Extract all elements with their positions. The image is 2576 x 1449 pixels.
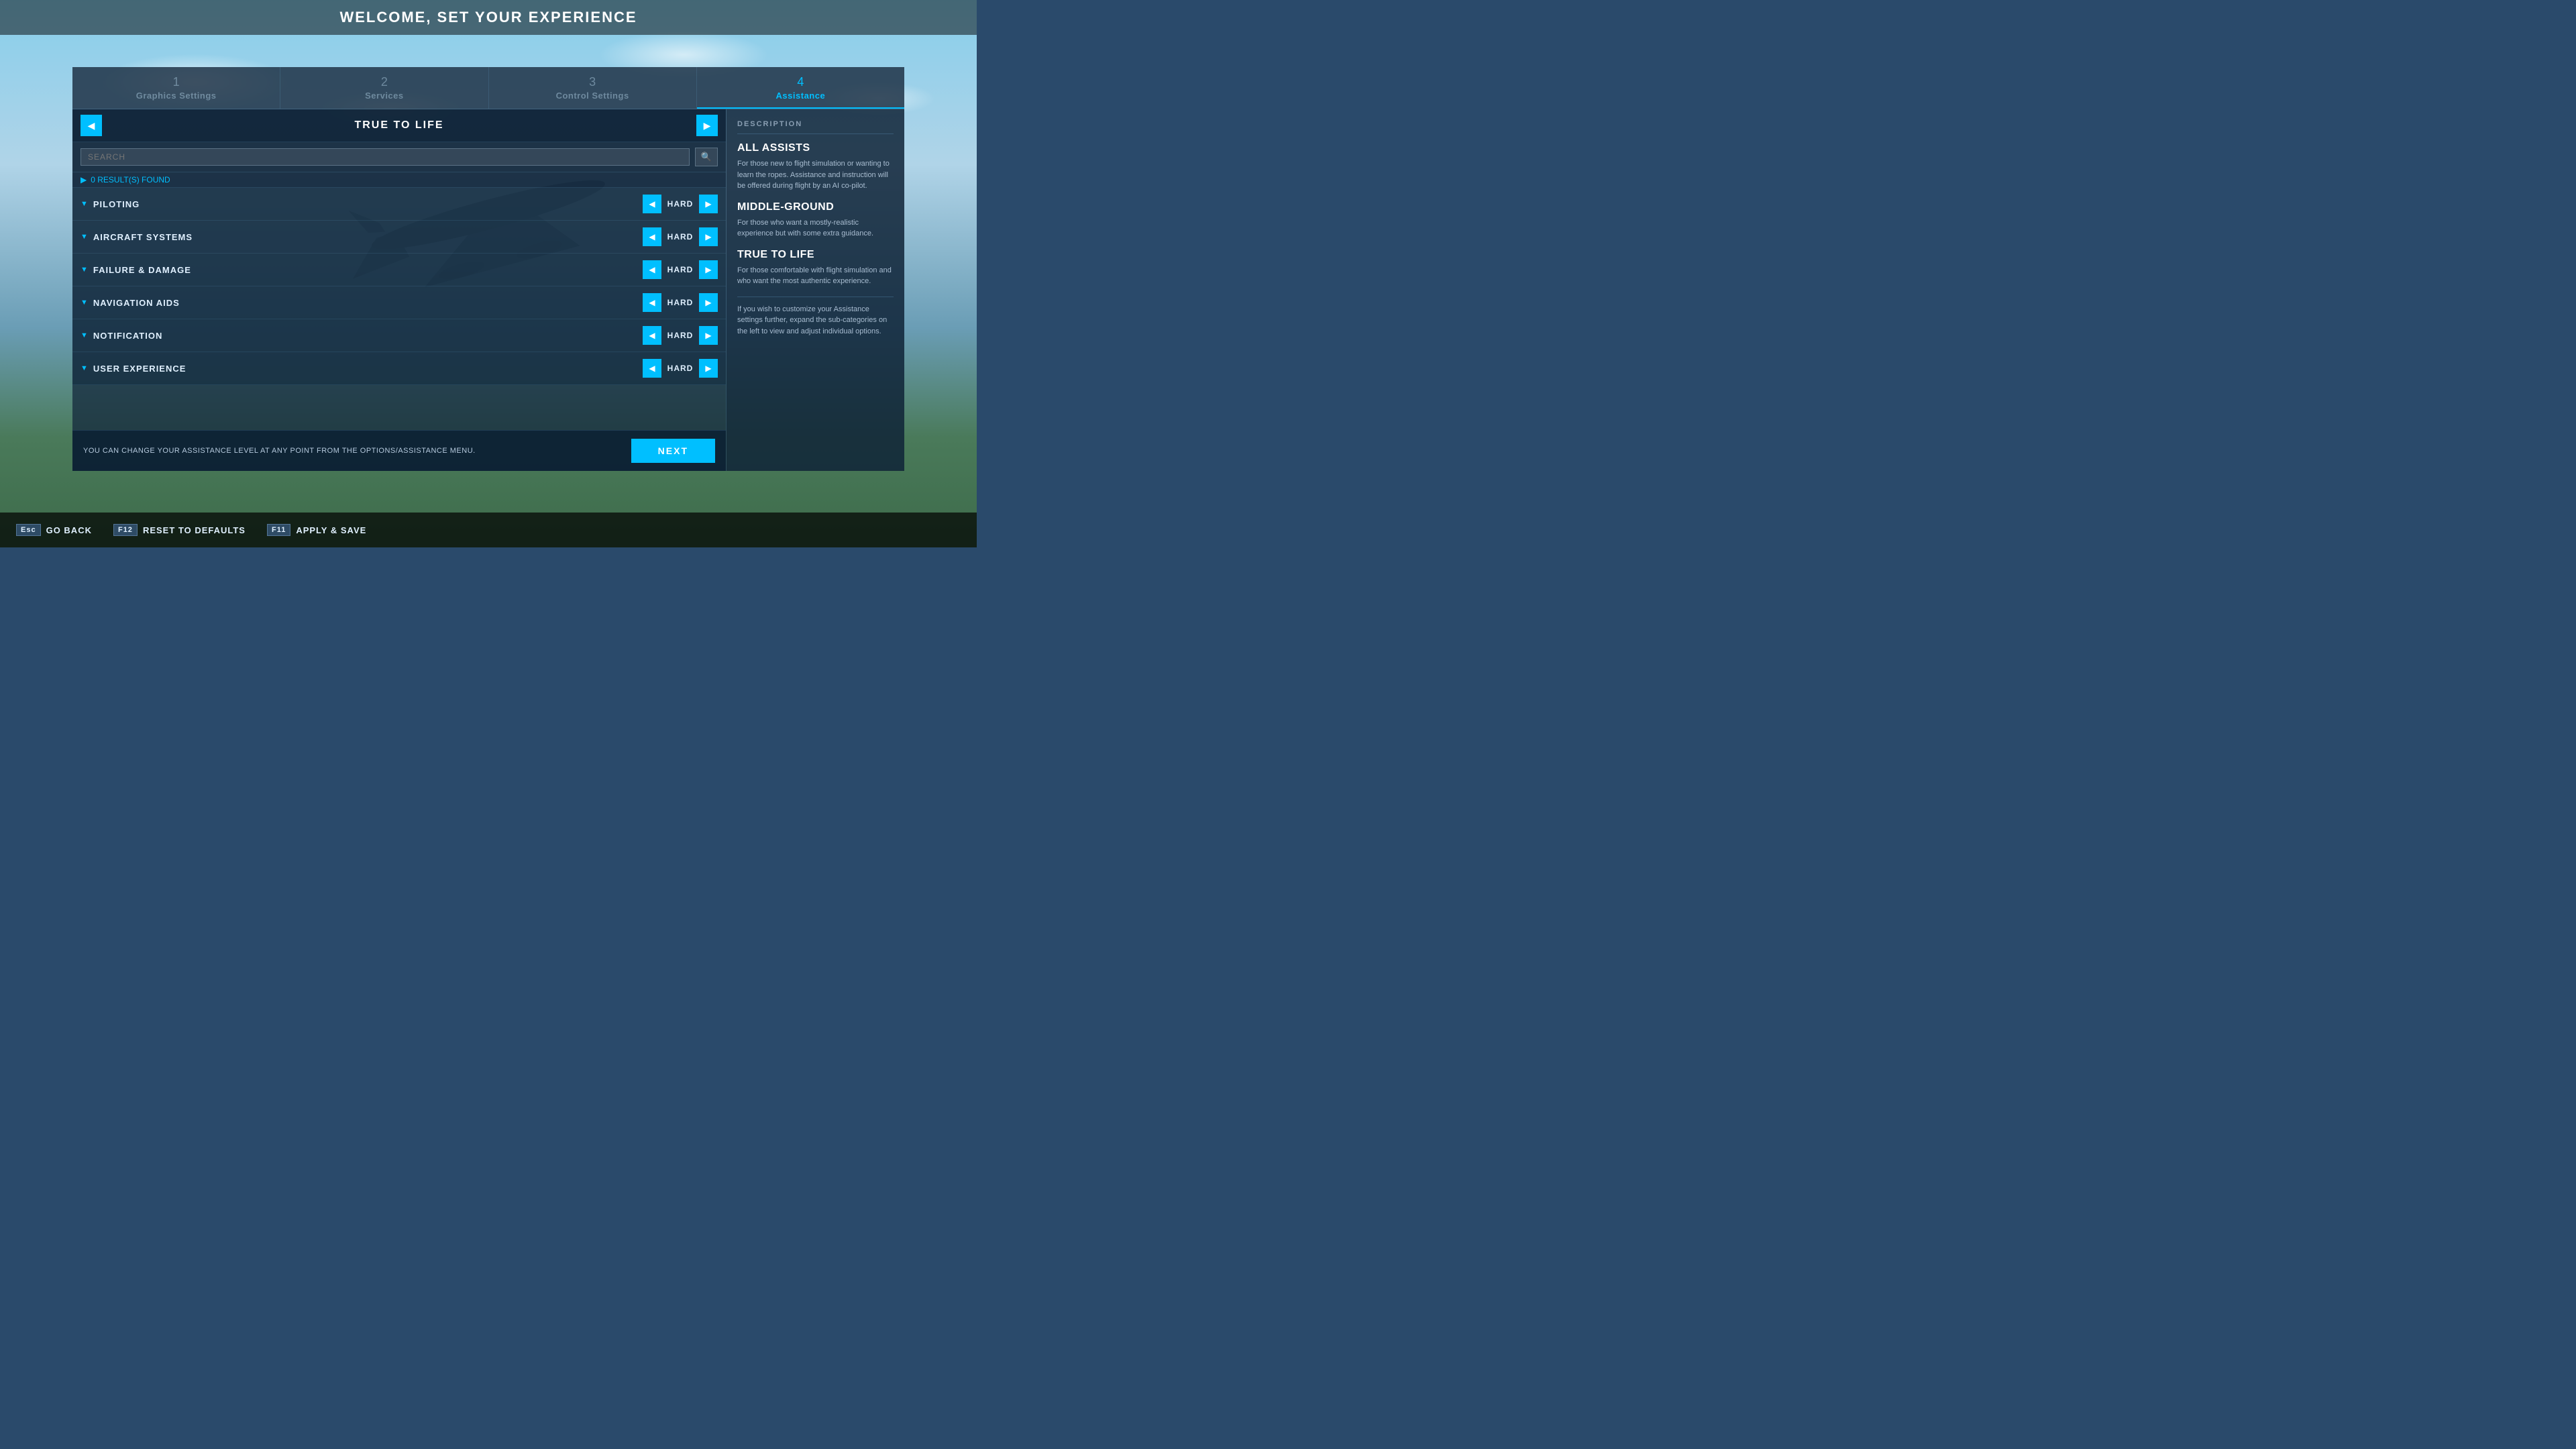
category-name-notification: NOTIFICATION — [93, 331, 643, 341]
decrease-piloting-button[interactable]: ◀ — [643, 195, 661, 213]
expand-arrow-failure-damage[interactable]: ▼ — [80, 266, 88, 274]
table-row: ▼ USER EXPERIENCE ◀ HARD ▶ — [72, 352, 726, 385]
row-controls-notification: ◀ HARD ▶ — [643, 326, 718, 345]
category-name-aircraft-systems: AIRCRAFT SYSTEMS — [93, 232, 643, 242]
step-1-label: Graphics Settings — [83, 91, 269, 101]
content-area: ◀ TRUE TO LIFE ▶ 🔍 ▶ 0 RESULT(S) FOUND ▼… — [72, 109, 904, 471]
row-controls-user-experience: ◀ HARD ▶ — [643, 359, 718, 378]
failure-damage-value: HARD — [667, 265, 694, 274]
piloting-value: HARD — [667, 199, 694, 209]
search-button[interactable]: 🔍 — [695, 148, 718, 166]
table-row: ▼ AIRCRAFT SYSTEMS ◀ HARD ▶ — [72, 221, 726, 254]
desc-heading-true-to-life: TRUE TO LIFE — [737, 249, 894, 261]
categories-list: ▼ PILOTING ◀ HARD ▶ ▼ AIRCRAFT SYSTEMS ◀… — [72, 188, 726, 430]
go-back-label: GO BACK — [46, 525, 92, 535]
desc-text-customize: If you wish to customize your Assistance… — [737, 304, 894, 337]
step-1-number: 1 — [83, 75, 269, 89]
expand-arrow-notification[interactable]: ▼ — [80, 331, 88, 339]
steps-tabs: 1 Graphics Settings 2 Services 3 Control… — [72, 67, 904, 109]
desc-text-middle-ground: For those who want a mostly-realistic ex… — [737, 217, 894, 239]
step-3-number: 3 — [500, 75, 686, 89]
next-button[interactable]: NEXT — [631, 439, 715, 463]
esc-key: Esc — [16, 524, 41, 536]
result-arrow: ▶ — [80, 175, 87, 184]
description-panel: DESCRIPTION ALL ASSISTS For those new to… — [727, 109, 904, 471]
info-bar: YOU CAN CHANGE YOUR ASSISTANCE LEVEL AT … — [72, 430, 726, 471]
left-panel: ◀ TRUE TO LIFE ▶ 🔍 ▶ 0 RESULT(S) FOUND ▼… — [72, 109, 727, 471]
category-name-user-experience: USER EXPERIENCE — [93, 364, 643, 374]
bottom-toolbar: Esc GO BACK F12 RESET TO DEFAULTS F11 AP… — [0, 513, 977, 547]
increase-navigation-aids-button[interactable]: ▶ — [699, 293, 718, 312]
search-result-text: 0 RESULT(S) FOUND — [91, 175, 170, 184]
tab-services[interactable]: 2 Services — [280, 67, 488, 109]
tab-graphics-settings[interactable]: 1 Graphics Settings — [72, 67, 280, 109]
row-controls-piloting: ◀ HARD ▶ — [643, 195, 718, 213]
navigation-aids-value: HARD — [667, 298, 694, 307]
increase-notification-button[interactable]: ▶ — [699, 326, 718, 345]
category-name-navigation-aids: NAVIGATION AIDS — [93, 298, 643, 308]
prev-mode-button[interactable]: ◀ — [80, 115, 102, 136]
expand-arrow-user-experience[interactable]: ▼ — [80, 364, 88, 372]
increase-aircraft-systems-button[interactable]: ▶ — [699, 227, 718, 246]
f11-key: F11 — [267, 524, 290, 536]
toolbar-reset-defaults[interactable]: F12 RESET TO DEFAULTS — [113, 524, 246, 536]
category-name-piloting: PILOTING — [93, 199, 643, 209]
step-3-label: Control Settings — [500, 91, 686, 101]
aircraft-systems-value: HARD — [667, 232, 694, 241]
main-modal: 1 Graphics Settings 2 Services 3 Control… — [72, 67, 904, 507]
toolbar-apply-save[interactable]: F11 APPLY & SAVE — [267, 524, 366, 536]
expand-arrow-navigation-aids[interactable]: ▼ — [80, 299, 88, 307]
search-input[interactable] — [80, 148, 690, 166]
notification-value: HARD — [667, 331, 694, 340]
table-row: ▼ PILOTING ◀ HARD ▶ — [72, 188, 726, 221]
table-row: ▼ FAILURE & DAMAGE ◀ HARD ▶ — [72, 254, 726, 286]
step-4-label: Assistance — [708, 91, 894, 101]
decrease-user-experience-button[interactable]: ◀ — [643, 359, 661, 378]
step-2-label: Services — [291, 91, 477, 101]
desc-text-true-to-life: For those comfortable with flight simula… — [737, 265, 894, 287]
page-title: WELCOME, SET YOUR EXPERIENCE — [339, 9, 637, 26]
user-experience-value: HARD — [667, 364, 694, 373]
desc-heading-all-assists: ALL ASSISTS — [737, 142, 894, 154]
toolbar-go-back[interactable]: Esc GO BACK — [16, 524, 92, 536]
row-controls-aircraft-systems: ◀ HARD ▶ — [643, 227, 718, 246]
tab-assistance[interactable]: 4 Assistance — [697, 67, 904, 109]
description-title: DESCRIPTION — [737, 120, 894, 134]
decrease-failure-damage-button[interactable]: ◀ — [643, 260, 661, 279]
table-row: ▼ NAVIGATION AIDS ◀ HARD ▶ — [72, 286, 726, 319]
desc-text-all-assists: For those new to flight simulation or wa… — [737, 158, 894, 192]
step-2-number: 2 — [291, 75, 477, 89]
increase-failure-damage-button[interactable]: ▶ — [699, 260, 718, 279]
search-result-bar: ▶ 0 RESULT(S) FOUND — [72, 172, 726, 188]
top-bar: WELCOME, SET YOUR EXPERIENCE — [0, 0, 977, 35]
f12-key: F12 — [113, 524, 138, 536]
increase-piloting-button[interactable]: ▶ — [699, 195, 718, 213]
panel-header: ◀ TRUE TO LIFE ▶ — [72, 109, 726, 142]
tab-control-settings[interactable]: 3 Control Settings — [489, 67, 697, 109]
expand-arrow-piloting[interactable]: ▼ — [80, 200, 88, 208]
table-row: ▼ NOTIFICATION ◀ HARD ▶ — [72, 319, 726, 352]
apply-save-label: APPLY & SAVE — [296, 525, 366, 535]
step-4-number: 4 — [708, 75, 894, 89]
decrease-notification-button[interactable]: ◀ — [643, 326, 661, 345]
expand-arrow-aircraft-systems[interactable]: ▼ — [80, 233, 88, 241]
decrease-navigation-aids-button[interactable]: ◀ — [643, 293, 661, 312]
row-controls-navigation-aids: ◀ HARD ▶ — [643, 293, 718, 312]
mode-title: TRUE TO LIFE — [102, 119, 696, 131]
info-text: YOU CAN CHANGE YOUR ASSISTANCE LEVEL AT … — [83, 447, 476, 455]
search-bar: 🔍 — [72, 142, 726, 172]
category-name-failure-damage: FAILURE & DAMAGE — [93, 265, 643, 275]
reset-defaults-label: RESET TO DEFAULTS — [143, 525, 246, 535]
next-mode-button[interactable]: ▶ — [696, 115, 718, 136]
increase-user-experience-button[interactable]: ▶ — [699, 359, 718, 378]
desc-heading-middle-ground: MIDDLE-GROUND — [737, 201, 894, 213]
row-controls-failure-damage: ◀ HARD ▶ — [643, 260, 718, 279]
decrease-aircraft-systems-button[interactable]: ◀ — [643, 227, 661, 246]
